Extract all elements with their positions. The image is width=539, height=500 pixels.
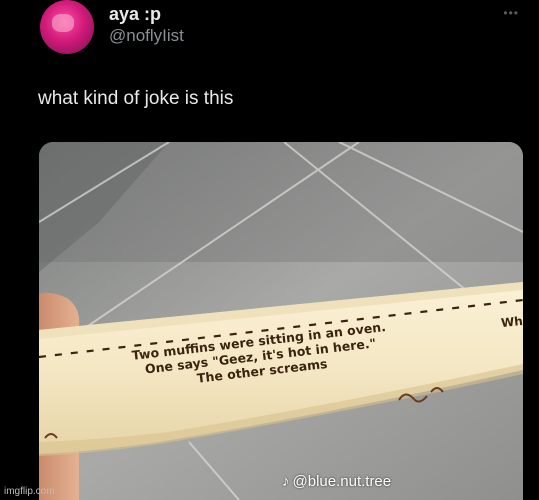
avatar-face [52,14,74,32]
tweet-card: aya :p @noflyIist ••• what kind of joke … [0,0,539,500]
wrapper-cut-text: Wh [500,313,523,331]
display-name[interactable]: aya :p [109,4,161,25]
avatar[interactable] [40,0,94,54]
tweet-text: what kind of joke is this [38,88,234,109]
imgflip-watermark: imgflip.com [4,486,55,497]
tweet-photo[interactable]: Two muffins were sitting in an oven. One… [39,142,523,500]
tiktok-watermark: ♪ @blue.nut.tree [282,473,391,490]
photo-scene [39,142,523,500]
user-handle[interactable]: @noflyIist [109,26,184,46]
more-dots-icon[interactable]: ••• [503,6,519,20]
tiktok-icon: ♪ [282,473,290,490]
tiktok-account: @blue.nut.tree [292,473,392,490]
